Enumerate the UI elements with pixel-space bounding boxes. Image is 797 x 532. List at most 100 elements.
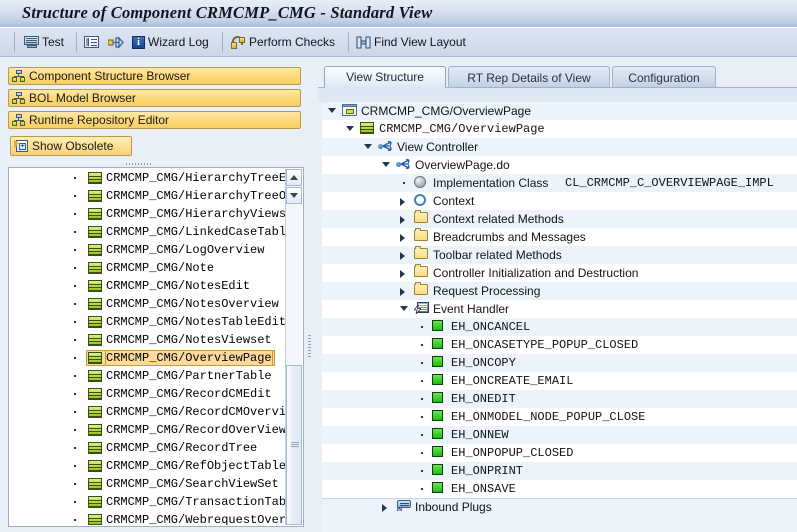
component-tree-item[interactable]: CRMCMP_CMG/HierarchyTreeOve (10, 187, 286, 205)
list-view-button[interactable] (84, 32, 99, 52)
view-structure-tree-row[interactable]: CRMCMP_CMG/OverviewPage (322, 120, 797, 138)
view-structure-tree-row[interactable]: EH_ONPRINT (322, 462, 797, 480)
chevron-right-icon[interactable] (400, 198, 405, 206)
view-structure-tree-row[interactable]: EH_ONCREATE_EMAIL (322, 372, 797, 390)
wizard-log-button[interactable]: i Wizard Log (132, 32, 209, 52)
view-icon (88, 208, 102, 220)
scroll-up-button[interactable] (286, 169, 302, 186)
perform-checks-button[interactable]: Perform Checks (230, 32, 335, 52)
view-structure-tree-label: EH_ONMODEL_NODE_POPUP_CLOSE (451, 410, 645, 424)
view-structure-tree-row[interactable]: Toolbar related Methods (322, 246, 797, 264)
view-structure-tree-label: EH_ONPOPUP_CLOSED (451, 446, 573, 460)
sidebar-item-runtime-repository-editor[interactable]: Runtime Repository Editor (8, 111, 301, 129)
component-tree-item[interactable]: CRMCMP_CMG/NotesEdit (10, 277, 286, 295)
chevron-down-icon[interactable] (382, 162, 390, 167)
view-structure-tree-row[interactable]: Controller Initialization and Destructio… (322, 264, 797, 282)
test-button[interactable]: Test (24, 32, 64, 52)
chevron-right-icon[interactable] (400, 234, 405, 242)
view-structure-tree-row[interactable]: OverviewPage.do (322, 156, 797, 174)
view-structure-tree-row[interactable]: EH_ONSAVE (322, 480, 797, 498)
view-structure-tree-row[interactable]: EH_ONNEW (322, 426, 797, 444)
chevron-right-icon[interactable] (400, 252, 405, 260)
view-structure-tree-row[interactable]: EH_ONEDIT (322, 390, 797, 408)
show-obsolete-button[interactable]: + Show Obsolete (10, 136, 132, 156)
component-tree-box: CRMCMP_CMG/HierarchyTreeEdi CRMCMP_CMG/Hi… (8, 167, 304, 527)
component-tree-item[interactable]: CRMCMP_CMG/LinkedCaseTable (10, 223, 286, 241)
component-tree-item[interactable]: CRMCMP_CMG/PartnerTable (10, 367, 286, 385)
chevron-down-icon[interactable] (328, 108, 336, 113)
chevron-right-icon[interactable] (400, 288, 405, 296)
component-tree-list[interactable]: CRMCMP_CMG/HierarchyTreeEdi CRMCMP_CMG/Hi… (10, 169, 286, 525)
component-tree-item[interactable]: CRMCMP_CMG/RecordTree (10, 439, 286, 457)
list-icon (84, 36, 99, 48)
view-structure-tree-row[interactable]: Breadcrumbs and Messages (322, 228, 797, 246)
view-structure-tree-row[interactable]: EH_ONPOPUP_CLOSED (322, 444, 797, 462)
view-structure-tree-label: OverviewPage.do (415, 158, 510, 172)
view-structure-tree-row[interactable]: Request Processing (322, 282, 797, 300)
component-tree-item[interactable]: CRMCMP_CMG/NotesOverview (10, 295, 286, 313)
component-tree-item[interactable]: CRMCMP_CMG/RecordOverViewSe (10, 421, 286, 439)
tree-bullet-icon (74, 231, 76, 233)
chevron-right-icon[interactable] (400, 216, 405, 224)
controller-icon (378, 140, 393, 153)
find-view-layout-button[interactable]: Find View Layout (356, 32, 466, 52)
chevron-right-icon[interactable] (382, 504, 387, 512)
chevron-right-icon[interactable] (400, 270, 405, 278)
left-tree-scrollbar[interactable] (285, 169, 302, 525)
component-tree-item[interactable]: CRMCMP_CMG/SearchViewSet (10, 475, 286, 493)
view-structure-tree-row[interactable]: INInbound Plugs (322, 498, 797, 516)
component-tree-item-label: CRMCMP_CMG/HierarchyTreeEdi (106, 171, 286, 185)
component-tree-item[interactable]: CRMCMP_CMG/RefObjectTable (10, 457, 286, 475)
component-tree-item[interactable]: CRMCMP_CMG/HierarchyViewset (10, 205, 286, 223)
vertical-splitter[interactable] (306, 167, 314, 527)
checks-icon (230, 36, 246, 49)
view-structure-tree-row[interactable]: View Controller (322, 138, 797, 156)
component-tree-item[interactable]: CRMCMP_CMG/HierarchyTreeEdi (10, 169, 286, 187)
component-tree-item-label: CRMCMP_CMG/OverviewPage (106, 351, 272, 365)
view-icon (88, 496, 102, 508)
view-icon (88, 514, 102, 525)
component-tree-item-label: CRMCMP_CMG/SearchViewSet (106, 477, 279, 491)
view-structure-tree-label: Implementation Class (433, 176, 548, 190)
scroll-down-button[interactable] (286, 187, 302, 204)
view-structure-tree[interactable]: CRMCMP_CMG/OverviewPage CRMCMP_CMG/Overvi… (322, 102, 797, 532)
sidebar-item-bol-model-browser[interactable]: BOL Model Browser (8, 89, 301, 107)
tree-bullet-icon (74, 375, 76, 377)
view-structure-tree-label: CRMCMP_CMG/OverviewPage (361, 104, 531, 118)
tab-configuration[interactable]: Configuration (612, 66, 716, 88)
component-tree-item[interactable]: CRMCMP_CMG/Note (10, 259, 286, 277)
tree-group-divider (322, 498, 797, 499)
sidebar-item-component-structure-browser[interactable]: Component Structure Browser (8, 67, 301, 85)
view-structure-tree-row[interactable]: EH_ONCANCEL (322, 318, 797, 336)
view-structure-tree-label: Breadcrumbs and Messages (433, 230, 586, 244)
view-structure-tree-row[interactable]: Implementation ClassCL_CRMCMP_C_OVERVIEW… (322, 174, 797, 192)
scroll-thumb[interactable] (286, 365, 302, 525)
view-icon (88, 244, 102, 256)
component-tree-item[interactable]: CRMCMP_CMG/NotesTableEdit (10, 313, 286, 331)
component-tree-item[interactable]: CRMCMP_CMG/WebrequestOvervi (10, 511, 286, 525)
view-structure-tree-label: Toolbar related Methods (433, 248, 562, 262)
navigation-flow-button[interactable] (108, 32, 124, 52)
component-tree-item[interactable]: CRMCMP_CMG/NotesViewset (10, 331, 286, 349)
component-tree-item[interactable]: CRMCMP_CMG/OverviewPage (10, 349, 286, 367)
folder-icon (414, 212, 428, 223)
chevron-down-icon[interactable] (364, 144, 372, 149)
view-structure-tree-row[interactable]: Context (322, 192, 797, 210)
green-square-icon (432, 446, 443, 457)
view-structure-tree-row[interactable]: EH_ONCOPY (322, 354, 797, 372)
chevron-down-icon[interactable] (346, 126, 354, 131)
component-tree-item[interactable]: CRMCMP_CMG/LogOverview (10, 241, 286, 259)
tab-rt-rep-details-of-view[interactable]: RT Rep Details of View (448, 66, 610, 88)
view-structure-tree-row[interactable]: EH_ONCASETYPE_POPUP_CLOSED (322, 336, 797, 354)
component-tree-item[interactable]: CRMCMP_CMG/RecordCMOverview (10, 403, 286, 421)
view-structure-tree-row[interactable]: Event Handler (322, 300, 797, 318)
view-structure-tree-row[interactable]: Context related Methods (322, 210, 797, 228)
component-tree-item[interactable]: CRMCMP_CMG/TransactionTable (10, 493, 286, 511)
view-icon (88, 298, 102, 310)
tab-view-structure[interactable]: View Structure (324, 66, 446, 88)
chevron-down-icon[interactable] (400, 306, 408, 311)
show-obsolete-icon: + (14, 140, 28, 153)
view-structure-tree-row[interactable]: EH_ONMODEL_NODE_POPUP_CLOSE (322, 408, 797, 426)
view-structure-tree-row[interactable]: CRMCMP_CMG/OverviewPage (322, 102, 797, 120)
component-tree-item[interactable]: CRMCMP_CMG/RecordCMEdit (10, 385, 286, 403)
